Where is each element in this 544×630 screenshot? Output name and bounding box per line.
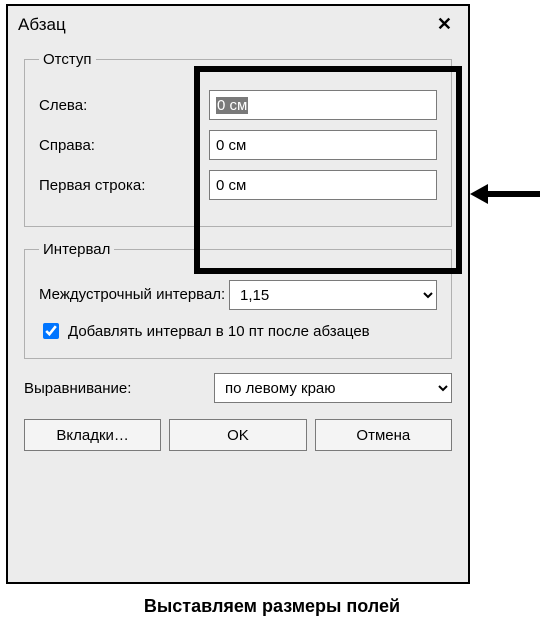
dialog-title: Абзац — [18, 15, 66, 35]
paragraph-dialog: Абзац ✕ Отступ Слева: 0 см Справа: Перва… — [6, 4, 470, 584]
caption-text: Выставляем размеры полей — [0, 596, 544, 617]
indent-legend: Отступ — [39, 51, 96, 68]
dialog-body: Отступ Слева: 0 см Справа: Первая строка… — [8, 41, 468, 465]
alignment-select[interactable]: по левому краю — [214, 373, 452, 403]
alignment-row: Выравнивание: по левому краю — [24, 373, 452, 403]
line-spacing-label: Междустрочный интервал: — [39, 286, 229, 304]
line-spacing-row: Междустрочный интервал: 1,15 — [39, 280, 437, 310]
indent-right-label: Справа: — [39, 137, 209, 154]
button-row: Вкладки… OK Отмена — [24, 419, 452, 451]
close-icon[interactable]: ✕ — [431, 12, 458, 37]
spacing-legend: Интервал — [39, 241, 114, 258]
indent-firstline-row: Первая строка: — [39, 170, 437, 200]
indent-firstline-input[interactable] — [209, 170, 437, 200]
alignment-label: Выравнивание: — [24, 380, 214, 397]
indent-group: Отступ Слева: 0 см Справа: Первая строка… — [24, 51, 452, 227]
indent-left-label: Слева: — [39, 97, 209, 114]
add-space-label: Добавлять интервал в 10 пт после абзацев — [68, 323, 370, 340]
indent-firstline-label: Первая строка: — [39, 177, 209, 194]
indent-left-input[interactable]: 0 см — [209, 90, 437, 120]
line-spacing-select[interactable]: 1,15 — [229, 280, 437, 310]
arrow-annotation — [470, 174, 540, 214]
indent-right-row: Справа: — [39, 130, 437, 160]
indent-left-row: Слева: 0 см — [39, 90, 437, 120]
add-space-checkbox[interactable] — [43, 323, 59, 339]
indent-left-value: 0 см — [216, 97, 248, 114]
tabs-button[interactable]: Вкладки… — [24, 419, 161, 451]
add-space-row: Добавлять интервал в 10 пт после абзацев — [39, 320, 437, 342]
spacing-group: Интервал Междустрочный интервал: 1,15 До… — [24, 241, 452, 359]
titlebar: Абзац ✕ — [8, 6, 468, 41]
cancel-button[interactable]: Отмена — [315, 419, 452, 451]
indent-right-input[interactable] — [209, 130, 437, 160]
ok-button[interactable]: OK — [169, 419, 306, 451]
